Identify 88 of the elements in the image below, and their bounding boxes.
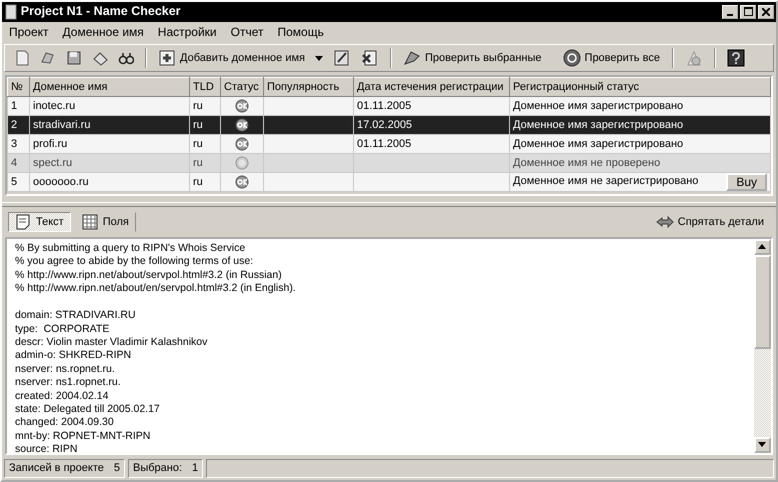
status-value: 5 <box>114 461 120 476</box>
table-row[interactable]: 5 ooooooo.ru ru Доменное имя не зарегистрировано Buy <box>8 172 770 192</box>
table-cell: 4 <box>11 156 18 169</box>
text-line: nserver: ns.ropnet.ru. <box>15 362 116 376</box>
text-line: type: CORPORATE <box>15 322 110 336</box>
text-line: % By submitting a query to RIPN's Whois Service <box>15 242 246 256</box>
document-icon <box>15 214 31 230</box>
table-cell: Доменное имя не проверено <box>513 156 660 169</box>
menu-item[interactable]: Помощь <box>270 23 331 42</box>
column-header[interactable]: № <box>8 77 30 97</box>
table-cell: Доменное имя зарегистрировано <box>513 138 684 150</box>
text-line: source: RIPN <box>15 443 78 457</box>
table-cell: 1 <box>11 100 18 112</box>
hide-details-button[interactable]: Спрятать детали <box>650 212 770 232</box>
table-cell: profi.ru <box>33 138 68 150</box>
table-cell: spect.ru <box>33 156 72 169</box>
delete-icon <box>361 48 379 67</box>
menu-item[interactable]: Настройки <box>150 23 224 42</box>
table-cell: ru <box>193 156 203 169</box>
new-document-icon <box>14 50 30 66</box>
add-domain-button[interactable]: Добавить доменное имя <box>155 48 308 67</box>
table-cell: 3 <box>11 138 18 150</box>
table-cell: 01.11.2005 <box>357 138 412 150</box>
column-header[interactable]: Доменное имя <box>30 77 190 97</box>
column-header[interactable]: Статус <box>220 77 264 97</box>
add-icon <box>158 48 176 67</box>
grid-icon <box>82 214 98 230</box>
menu-item[interactable]: Доменное имя <box>56 23 151 42</box>
menu-item[interactable]: Отчет <box>224 23 270 42</box>
text-line: admin-o: SHKRED-RIPN <box>15 349 132 363</box>
arrow-icon <box>656 216 674 228</box>
close-icon <box>762 8 770 16</box>
scroll-up-button[interactable] <box>754 239 771 256</box>
check-all-button[interactable]: Проверить все <box>560 48 663 67</box>
text-line: % http://www.ripn.net/about/en/servpol.html#3.2 (in English). <box>15 282 297 296</box>
column-header[interactable]: Регистрационный статус <box>510 77 770 97</box>
scroll-down-button[interactable] <box>754 437 771 454</box>
column-header[interactable]: Дата истечения регистрации <box>354 77 510 97</box>
table-cell: Доменное имя зарегистрировано <box>513 100 684 112</box>
text-line: descr: Violin master Vladimir Kalashnikov <box>15 336 208 350</box>
text-line: state: Delegated till 2005.02.17 <box>15 403 161 416</box>
table-row[interactable]: 3 profi.ru ru 01.11.2005 Доменное имя зарегистрировано <box>8 134 770 154</box>
table-cell: 5 <box>11 176 18 188</box>
text-line: created: 2004.02.14 <box>15 390 110 404</box>
caret-icon <box>315 54 323 62</box>
minimize-button[interactable] <box>722 4 738 19</box>
table-cell: 17.02.2005 <box>357 118 412 131</box>
table-cell: inotec.ru <box>33 100 76 112</box>
buy-button[interactable]: Buy <box>726 173 767 192</box>
scroll-thumb[interactable] <box>754 255 771 350</box>
text-line: % you agree to abide by the following terms of use: <box>15 255 254 269</box>
table-cell: Доменное имя не зарегистрировано <box>513 175 698 188</box>
text-line: mnt-by: ROPNET-MNT-RIPN <box>15 430 152 444</box>
detail-tab[interactable]: Текст <box>8 212 71 232</box>
column-header[interactable]: Популярность <box>264 77 354 97</box>
window-title: Project N1 - Name Checker <box>20 3 181 20</box>
table-cell: ru <box>193 176 203 188</box>
close-button[interactable] <box>758 4 774 19</box>
text-line: % http://www.ripn.net/about/servpol.html#3.2 (in Russian) <box>15 268 283 282</box>
table-row[interactable]: 4 spect.ru ru Доменное имя не проверено <box>8 154 770 173</box>
table-cell: ru <box>193 100 203 112</box>
text-line: domain: STRADIVARI.RU <box>15 309 137 323</box>
status-label: Записей в проекте <box>9 461 104 476</box>
detail-tab[interactable]: Поля <box>74 212 136 232</box>
dropdown-button[interactable] <box>312 54 326 62</box>
table-cell: ru <box>193 118 203 131</box>
table-cell: 01.11.2005 <box>357 100 412 112</box>
table-cell: ru <box>193 138 203 150</box>
minimize-icon <box>727 14 733 16</box>
text-line: changed: 2004.09.30 <box>15 416 115 430</box>
table-cell: ooooooo.ru <box>33 176 89 188</box>
menu-item[interactable]: Проект <box>2 23 56 42</box>
maximize-icon <box>744 7 752 16</box>
help-icon <box>727 48 746 67</box>
table-row[interactable]: 1 inotec.ru ru 01.11.2005 Доменное имя зарегистрировано <box>8 96 770 116</box>
save-icon <box>66 50 82 66</box>
table-cell: stradivari.ru <box>33 118 90 131</box>
maximize-button[interactable] <box>740 4 756 19</box>
app-icon <box>4 4 18 20</box>
status-label: Выбрано: <box>132 461 182 476</box>
table-row[interactable]: 2 stradivari.ru ru 17.02.2005 Доменное имя зарегистрировано <box>8 116 770 135</box>
edit-icon <box>333 48 351 67</box>
status-value: 1 <box>192 461 198 476</box>
table-cell: Доменное имя зарегистрировано <box>513 118 684 131</box>
text-line: nserver: ns1.ropnet.ru. <box>15 376 122 390</box>
column-header[interactable]: TLD <box>190 77 220 97</box>
check-selected-button[interactable]: Проверить выбранные <box>400 48 545 67</box>
table-cell: 2 <box>11 118 18 131</box>
